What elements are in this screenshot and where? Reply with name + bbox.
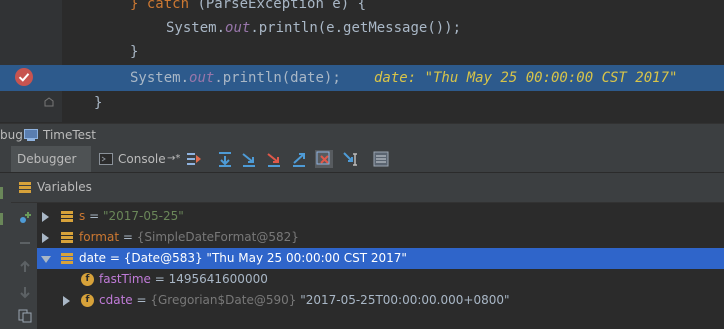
equals-sign: =: [85, 209, 103, 223]
variable-row-fasttime[interactable]: f fastTime = 1495641600000: [37, 269, 724, 290]
tab-console[interactable]: Console →*: [95, 146, 181, 172]
variable-icon: [61, 253, 73, 264]
code-text: .println(date);: [214, 70, 341, 86]
code-line: }: [0, 40, 724, 64]
code-line: System.out.println(e.getMessage());: [0, 16, 724, 40]
variable-value: "2017-05-25": [102, 209, 184, 223]
debugger-toolbar: Debugger Console →*: [0, 146, 724, 173]
variable-value: 1495641600000: [168, 272, 268, 286]
fold-marker-icon[interactable]: [44, 97, 54, 107]
variable-row-format[interactable]: format = {SimpleDateFormat@582}: [37, 227, 724, 248]
step-into-icon[interactable]: [240, 150, 258, 168]
code-text: }: [94, 95, 103, 111]
variable-value: {SimpleDateFormat@582}: [136, 230, 299, 244]
breakpoint-icon[interactable]: [15, 68, 33, 86]
variable-name: format: [79, 230, 120, 244]
field-icon: f: [81, 273, 94, 286]
resume-indicator[interactable]: [0, 187, 3, 199]
code-line: }: [0, 91, 724, 115]
step-over-icon[interactable]: [216, 150, 234, 168]
variable-icon: [61, 211, 73, 222]
move-down-icon[interactable]: [18, 285, 32, 299]
equals-sign: =: [106, 251, 124, 265]
code-text: }: [130, 44, 139, 60]
variable-row-cdate[interactable]: f cdate = {Gregorian$Date@590} "2017-05-…: [37, 290, 724, 311]
move-up-icon[interactable]: [18, 260, 32, 274]
execution-line: System.out.println(date); date: "Thu May…: [0, 65, 724, 91]
remove-watch-icon[interactable]: [18, 236, 32, 250]
copy-value-icon[interactable]: [18, 309, 32, 323]
expand-arrow-icon[interactable]: [42, 233, 49, 243]
variable-name: date: [79, 251, 107, 265]
drop-frame-icon[interactable]: [315, 150, 333, 168]
variable-icon: [61, 232, 73, 243]
code-editor[interactable]: } catch (ParseException e) { System.out.…: [0, 0, 724, 122]
force-step-into-icon[interactable]: [265, 150, 283, 168]
expand-arrow-icon[interactable]: [63, 296, 70, 306]
run-config-name[interactable]: TimeTest: [43, 124, 96, 146]
variables-panel-header: Variables: [11, 173, 724, 203]
code-text: System.: [130, 70, 190, 86]
tab-debugger[interactable]: Debugger: [11, 146, 91, 172]
run-to-cursor-icon[interactable]: [342, 150, 360, 168]
variable-value: "2017-05-25T00:00:00.000+0800": [296, 293, 510, 307]
evaluate-expression-icon[interactable]: [372, 150, 390, 168]
code-text: System.: [166, 20, 226, 36]
variable-object-id: {Date@583}: [123, 251, 203, 265]
variables-icon: [19, 182, 31, 193]
code-text: (ParseException e) {: [197, 0, 367, 12]
equals-sign: =: [119, 230, 137, 244]
variable-row-date[interactable]: date = {Date@583} "Thu May 25 00:00:00 C…: [37, 248, 724, 269]
variable-object-id: {Gregorian$Date@590}: [150, 293, 297, 307]
code-field: out: [189, 70, 215, 86]
variable-row-s[interactable]: s = "2017-05-25": [37, 206, 724, 227]
variables-title: Variables: [37, 180, 92, 194]
code-line: } catch (ParseException e) {: [0, 0, 724, 16]
tab-label: Console: [118, 152, 166, 166]
collapse-arrow-icon[interactable]: [41, 256, 51, 263]
expand-arrow-icon[interactable]: [42, 212, 49, 222]
show-execution-point-icon[interactable]: [185, 150, 203, 168]
step-out-icon[interactable]: [290, 150, 308, 168]
code-field: out: [225, 20, 251, 36]
console-icon: [99, 153, 113, 165]
pause-indicator[interactable]: [0, 213, 3, 225]
variable-value: "Thu May 25 00:00:00 CST 2017": [202, 251, 407, 265]
left-tool-strip: [0, 173, 11, 329]
equals-sign: =: [132, 293, 151, 307]
variable-name: fastTime: [99, 272, 151, 286]
inline-debug-value: date: "Thu May 25 00:00:00 CST 2017": [374, 70, 678, 86]
new-watch-icon[interactable]: [18, 211, 32, 225]
field-icon: f: [81, 294, 94, 307]
code-keyword: } catch: [130, 0, 198, 12]
variables-tree[interactable]: s = "2017-05-25" format = {SimpleDateFor…: [37, 203, 724, 329]
run-config-icon: [24, 129, 38, 141]
tool-window-name: bug: [0, 128, 23, 142]
code-text: .println(e.getMessage());: [250, 20, 462, 36]
variables-side-toolbar: [11, 202, 37, 329]
variable-name: cdate: [99, 293, 133, 307]
equals-sign: =: [150, 272, 169, 286]
debug-tool-window-title: bug TimeTest: [0, 123, 724, 146]
console-tab-restore-icon[interactable]: →*: [167, 146, 180, 172]
tab-label: Debugger: [17, 152, 77, 166]
